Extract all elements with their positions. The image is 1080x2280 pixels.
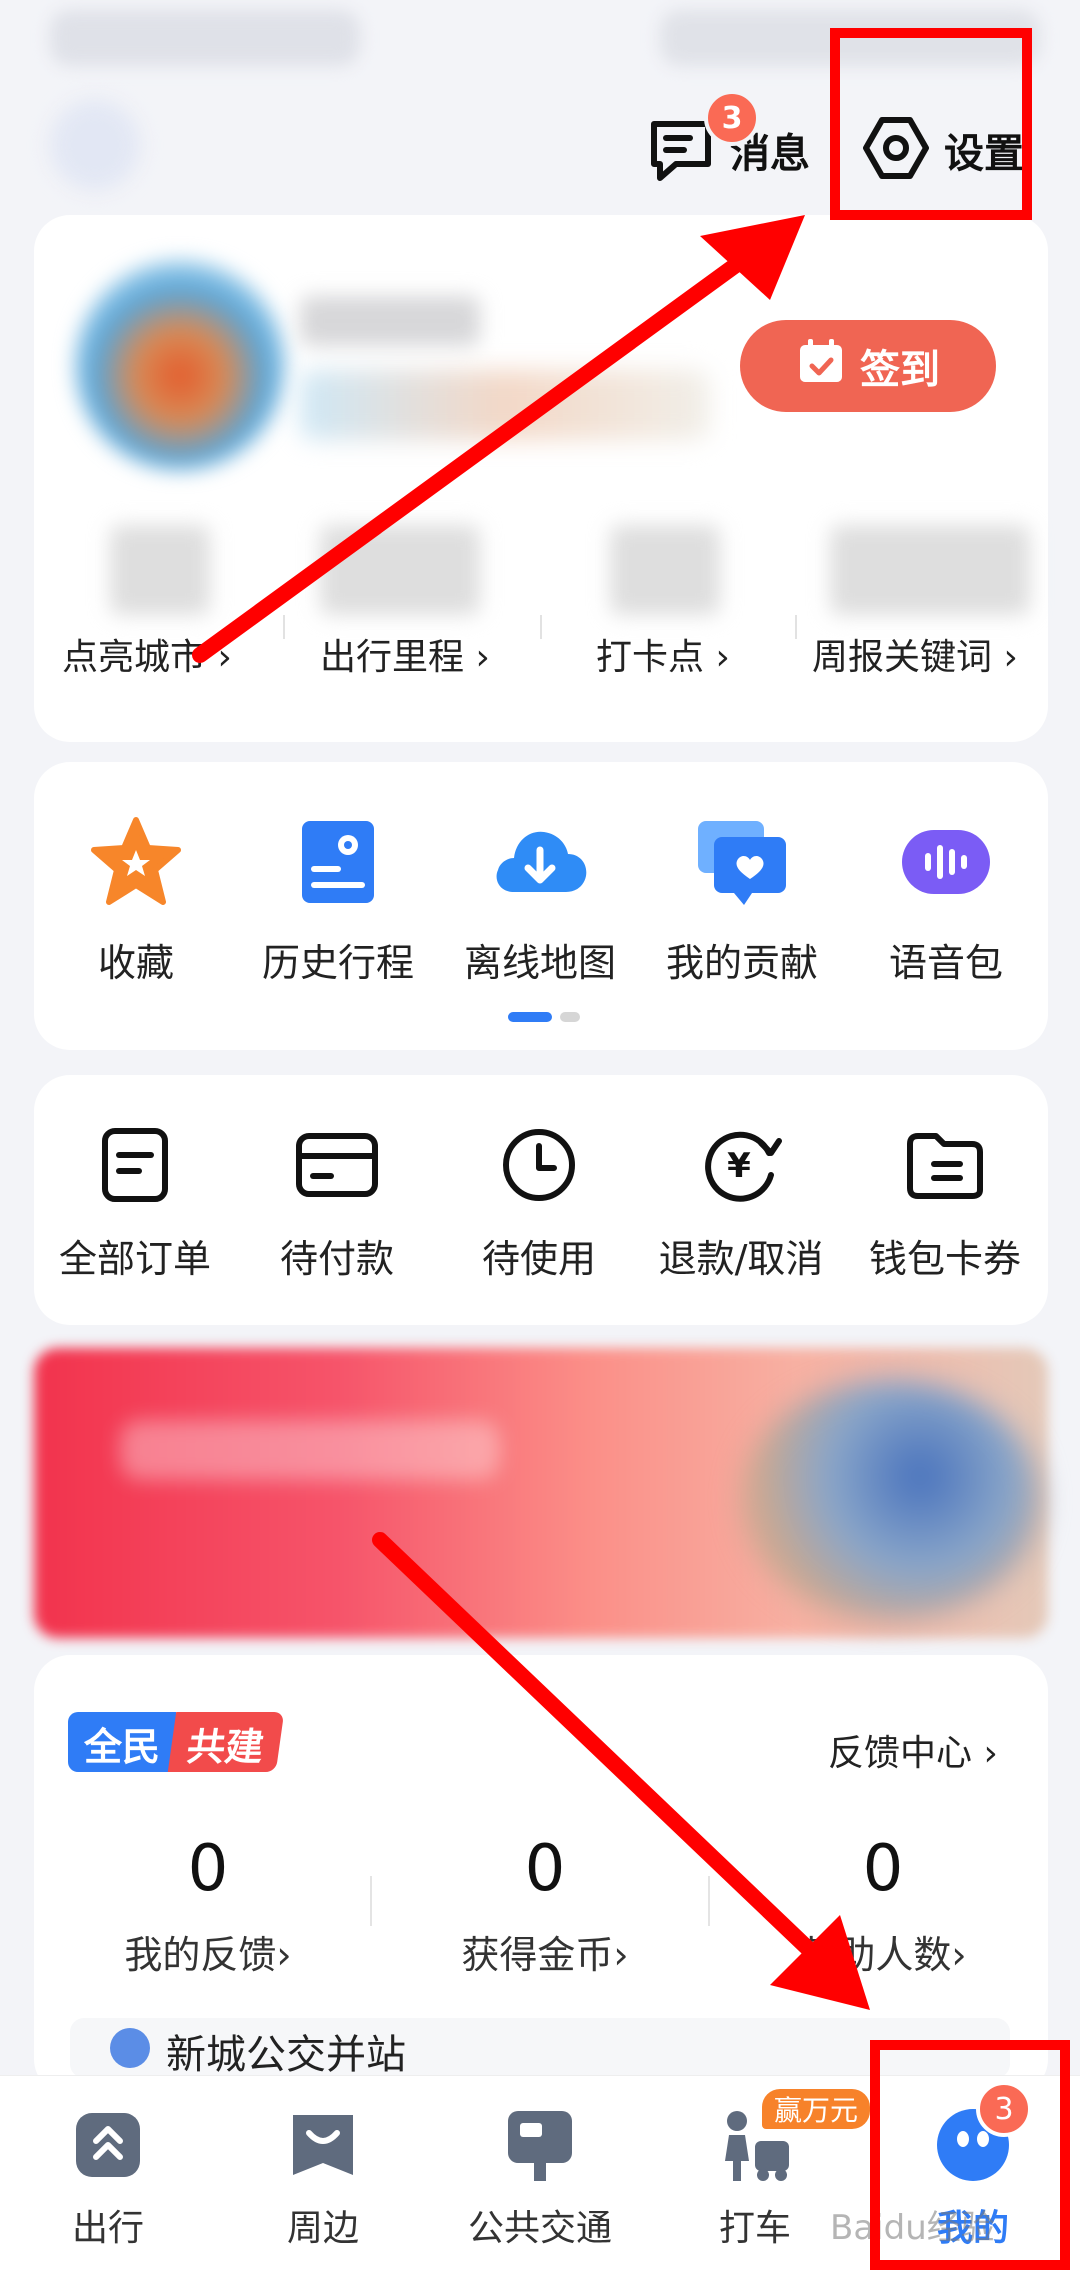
- annotation-arrows: [192, 215, 870, 2010]
